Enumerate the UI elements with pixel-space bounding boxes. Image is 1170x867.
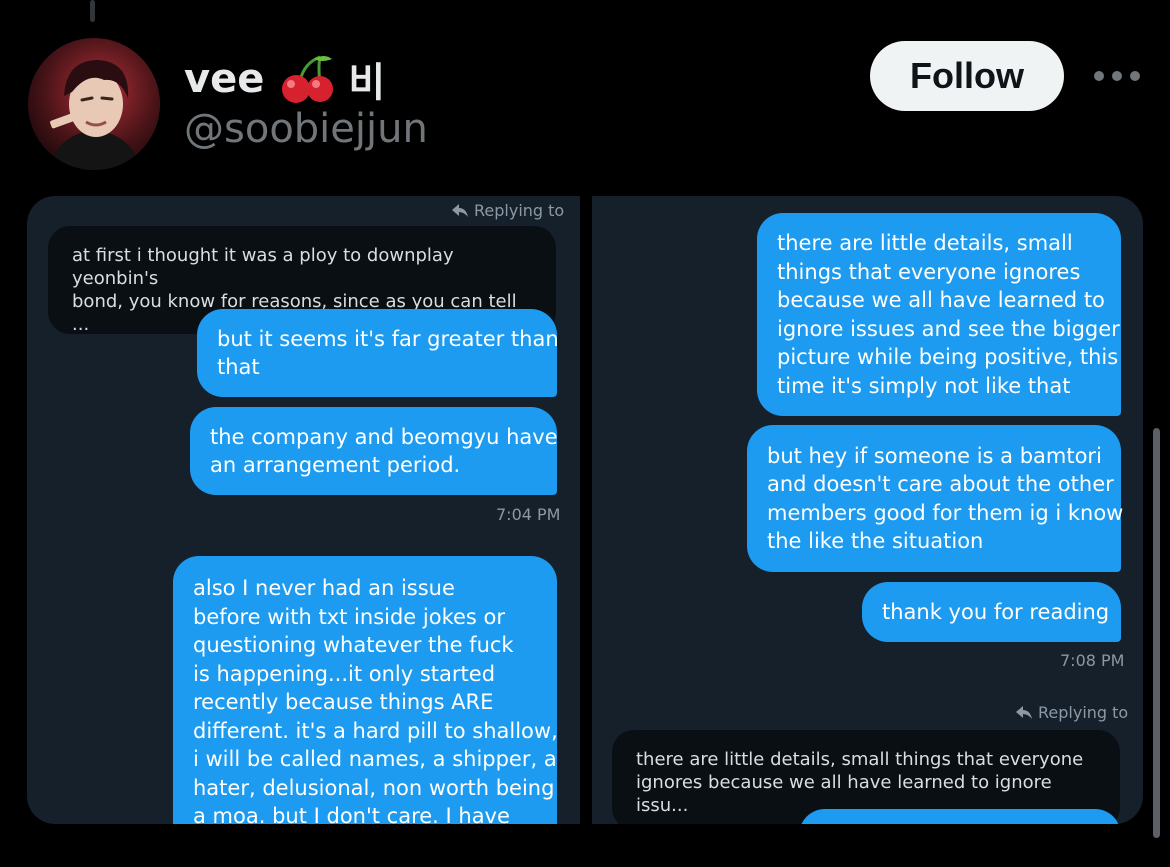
message-line: hater, delusional, non worth being xyxy=(193,775,555,800)
quote-line: at first i thought it was a ploy to down… xyxy=(72,245,454,289)
avatar[interactable] xyxy=(28,38,160,170)
replying-to-text: Replying to xyxy=(1038,703,1129,722)
message-line: also I never had an issue xyxy=(193,576,455,600)
quote-line: there are little details, small things t… xyxy=(636,749,1084,770)
message-bubble-partial[interactable] xyxy=(799,809,1121,824)
replying-to-label: Replying to xyxy=(452,201,564,220)
message-bubble[interactable]: but hey if someone is a bamtori and does… xyxy=(747,425,1124,572)
left-chat-panel: Replying to at first i thought it was a … xyxy=(27,196,580,824)
message-bubble[interactable]: also I never had an issue before with tx… xyxy=(173,556,558,824)
screenshot-media[interactable]: Replying to at first i thought it was a … xyxy=(27,196,1143,824)
message-line: different. it's a hard pill to shallow, xyxy=(193,718,558,743)
message-line: the like the situation xyxy=(767,529,984,553)
message-line: questioning whatever the fuck xyxy=(193,633,514,657)
message-line: there are little details, small xyxy=(777,231,1073,255)
message-bubble[interactable]: the company and beomgyu have an arrangem… xyxy=(190,407,558,495)
message-bubble[interactable]: there are little details, small things t… xyxy=(757,213,1121,416)
right-chat-panel: there are little details, small things t… xyxy=(592,196,1143,824)
message-bubble[interactable]: thank you for reading xyxy=(862,582,1121,642)
replying-to-text: Replying to xyxy=(474,201,565,220)
replying-to-label: Replying to xyxy=(1016,703,1128,722)
reply-arrow-icon xyxy=(1016,705,1032,719)
message-line: but hey if someone is a bamtori xyxy=(767,443,1102,468)
message-line: things that everyone ignores xyxy=(777,259,1081,284)
message-line: ignore issues and see the bigger xyxy=(777,316,1120,341)
message-line: because we all have learned to xyxy=(777,288,1105,312)
display-name[interactable]: vee 비 xyxy=(184,50,385,108)
message-line: a moa. but I don't care. I have xyxy=(193,804,510,824)
message-line: picture while being positive, this xyxy=(777,345,1119,369)
scrollbar[interactable] xyxy=(1153,428,1160,838)
message-line: thank you for reading xyxy=(882,599,1110,624)
message-timestamp: 7:04 PM xyxy=(496,505,561,524)
message-line: is happening...it only started xyxy=(193,661,496,686)
message-line: recently because things ARE xyxy=(193,690,494,714)
reply-arrow-icon xyxy=(452,203,468,217)
display-name-text: vee xyxy=(184,56,265,102)
follow-button[interactable]: Follow xyxy=(870,41,1064,111)
message-line: time it's simply not like that xyxy=(777,373,1071,398)
message-line: i will be called names, a shipper, a xyxy=(193,747,557,771)
message-line: an arrangement period. xyxy=(210,453,461,477)
message-line: but it seems it's far greater than xyxy=(217,326,559,351)
message-line: the company and beomgyu have xyxy=(210,424,558,449)
user-handle[interactable]: @soobiejjun xyxy=(184,106,428,152)
display-name-suffix: 비 xyxy=(348,60,386,106)
thread-connector-line xyxy=(90,0,95,22)
cherry-icon xyxy=(276,53,336,105)
message-line: members good for them ig i know xyxy=(767,500,1124,525)
message-timestamp: 7:08 PM xyxy=(1060,651,1125,670)
more-dots-icon[interactable] xyxy=(1094,62,1140,90)
message-bubble[interactable]: but it seems it's far greater than that xyxy=(197,309,559,397)
message-line: that xyxy=(217,355,260,379)
message-line: and doesn't care about the other xyxy=(767,472,1114,496)
message-line: before with txt inside jokes or xyxy=(193,604,506,629)
